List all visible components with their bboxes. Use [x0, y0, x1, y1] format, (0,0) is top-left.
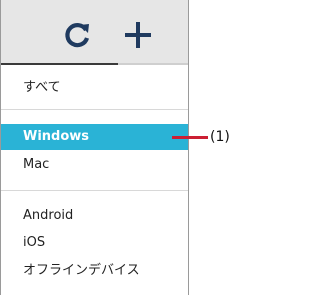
menu-separator: [1, 109, 188, 110]
refresh-icon: [65, 23, 90, 48]
callout-label: (1): [210, 129, 230, 145]
menu-separator: [1, 190, 188, 191]
add-button[interactable]: [121, 18, 155, 52]
refresh-button[interactable]: [61, 18, 95, 52]
callout-line: [172, 136, 208, 139]
menu-item-offline-devices[interactable]: オフラインデバイス: [1, 258, 188, 284]
menu-item-android[interactable]: Android: [1, 203, 188, 229]
plus-icon: [125, 22, 151, 48]
menu-item-windows[interactable]: Windows: [1, 124, 188, 150]
os-filter-menu: すべて Windows Mac Android iOS オフラインデバイス: [0, 65, 189, 295]
toolbar: [0, 0, 189, 65]
menu-item-all[interactable]: すべて: [1, 75, 188, 101]
device-filter-panel: すべて Windows Mac Android iOS オフラインデバイス (1…: [0, 0, 245, 295]
menu-item-ios[interactable]: iOS: [1, 230, 188, 256]
menu-item-mac[interactable]: Mac: [1, 152, 188, 178]
